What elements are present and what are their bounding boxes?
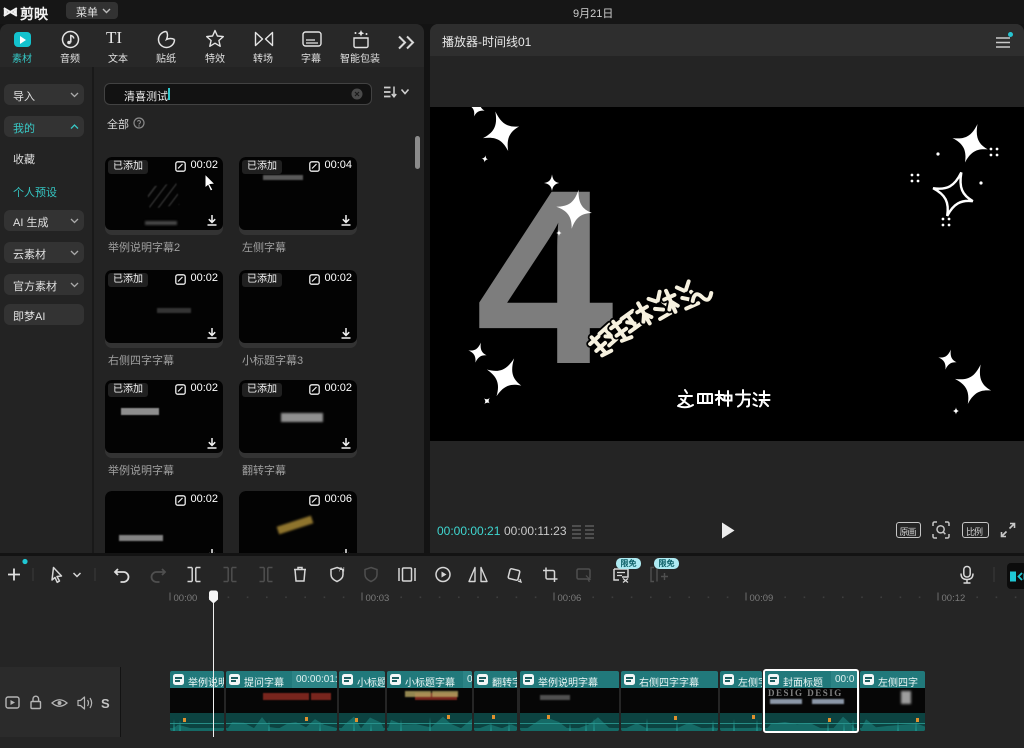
svg-text:S: S — [101, 696, 110, 711]
svg-text:00:09: 00:09 — [750, 593, 774, 604]
svg-text:00:00: 00:00 — [174, 593, 198, 604]
svg-text:00:12: 00:12 — [942, 593, 966, 604]
svg-text:00:03: 00:03 — [366, 593, 390, 604]
svg-text:00:06: 00:06 — [558, 593, 582, 604]
